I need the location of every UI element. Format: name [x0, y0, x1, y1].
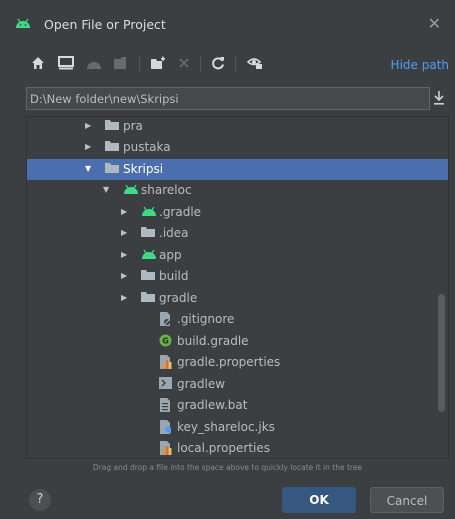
collapse-arrow-icon[interactable]: ▶ [121, 271, 127, 280]
tree-row[interactable]: local.properties [27, 438, 448, 458]
module-icon [114, 57, 126, 69]
new-folder-icon[interactable] [150, 56, 166, 70]
desktop-icon[interactable] [58, 56, 74, 70]
file-tree[interactable]: ▶ pra ▶ pustaka ▼ Skripsi ▼ shareloc ▶ .gradle ▶ .i… [26, 116, 449, 459]
project-icon [87, 62, 101, 69]
tree-row-label: gradle [159, 290, 198, 305]
collapse-arrow-icon[interactable]: ▶ [121, 207, 127, 216]
toolbar-separator [139, 56, 140, 72]
home-icon[interactable] [31, 56, 45, 70]
folder-icon [105, 140, 119, 155]
tree-row[interactable]: ▶ .idea [27, 223, 448, 245]
title-bar: Open File or Project ✕ [0, 0, 455, 44]
close-icon[interactable]: ✕ [428, 14, 441, 33]
tree-row[interactable]: ▶ app [27, 245, 448, 267]
tree-row[interactable]: ▶ build [27, 266, 448, 288]
folder-icon [105, 119, 119, 134]
toolbar: Hide path [0, 50, 455, 78]
tree-row-label: pra [123, 118, 143, 133]
show-hidden-icon[interactable] [247, 56, 263, 70]
collapse-arrow-icon[interactable]: ▶ [85, 121, 91, 130]
tree-row[interactable]: key_shareloc.jks [27, 417, 448, 439]
tree-row[interactable]: ▼ shareloc [27, 180, 448, 202]
text-file-icon [159, 398, 171, 415]
tree-row[interactable]: ▶ pra [27, 117, 448, 137]
script-file-icon [159, 376, 172, 392]
folder-icon [141, 226, 155, 241]
ok-button[interactable]: OK [282, 487, 356, 513]
tree-row-label: build.gradle [177, 333, 249, 348]
hide-path-link[interactable]: Hide path [391, 58, 449, 72]
folder-icon [105, 162, 119, 177]
download-icon[interactable] [433, 90, 445, 106]
folder-icon [141, 291, 155, 306]
collapse-arrow-icon[interactable]: ▶ [121, 228, 127, 237]
tree-row[interactable]: ▶ gradle [27, 288, 448, 310]
dialog-title: Open File or Project [44, 17, 166, 32]
collapse-arrow-icon[interactable]: ▶ [121, 293, 127, 302]
tree-row[interactable]: gradle.properties [27, 352, 448, 374]
toolbar-separator [235, 56, 236, 72]
tree-row-label: key_shareloc.jks [177, 419, 275, 434]
android-folder-icon [141, 248, 157, 263]
gitignore-file-icon [159, 312, 171, 329]
tree-row[interactable]: ▶ pustaka [27, 137, 448, 159]
tree-row-label: .gradle [159, 204, 202, 219]
collapse-arrow-icon[interactable]: ▶ [121, 250, 127, 259]
tree-row-label: gradle.properties [177, 355, 281, 369]
folder-icon [141, 269, 155, 284]
tree-row[interactable]: .gitignore [27, 309, 448, 331]
tree-row[interactable]: gradlew.bat [27, 395, 448, 417]
drag-drop-hint: Drag and drop a file into the space abov… [92, 463, 363, 472]
path-field[interactable] [26, 87, 430, 110]
tree-row[interactable]: ▶ .gradle [27, 202, 448, 224]
tree-row-label: gradlew [177, 376, 226, 391]
refresh-icon[interactable] [211, 56, 225, 70]
properties-file-icon [159, 355, 172, 372]
tree-row-label: .gitignore [177, 312, 235, 326]
tree-row-label: .idea [159, 226, 189, 240]
tree-row-label: shareloc [141, 183, 192, 197]
delete-icon [179, 58, 189, 68]
android-module-icon [123, 183, 139, 198]
expand-arrow-icon[interactable]: ▼ [85, 164, 91, 173]
cancel-button[interactable]: Cancel [370, 487, 444, 513]
tree-row[interactable]: ▼ Skripsi [27, 158, 448, 180]
gradle-file-icon: G [159, 334, 172, 350]
svg-text:G: G [162, 336, 169, 345]
android-icon [16, 18, 30, 28]
tree-row-label: gradlew.bat [177, 398, 248, 412]
toolbar-separator [200, 56, 201, 72]
tree-row-label: local.properties [177, 441, 271, 455]
tree-row-label: Skripsi [123, 161, 164, 176]
path-input[interactable] [27, 88, 429, 109]
tree-row[interactable]: Gbuild.gradle [27, 331, 448, 353]
expand-arrow-icon[interactable]: ▼ [103, 185, 109, 194]
help-button[interactable]: ? [29, 489, 51, 511]
tree-scrollbar[interactable] [438, 294, 445, 412]
tree-row-label: app [159, 247, 182, 262]
keystore-file-icon [159, 419, 172, 437]
properties-file-icon [159, 441, 172, 458]
tree-row[interactable]: gradlew [27, 374, 448, 396]
android-folder-icon [141, 205, 157, 220]
collapse-arrow-icon[interactable]: ▶ [85, 142, 91, 151]
tree-row-label: build [159, 269, 189, 283]
tree-row-label: pustaka [123, 140, 171, 154]
